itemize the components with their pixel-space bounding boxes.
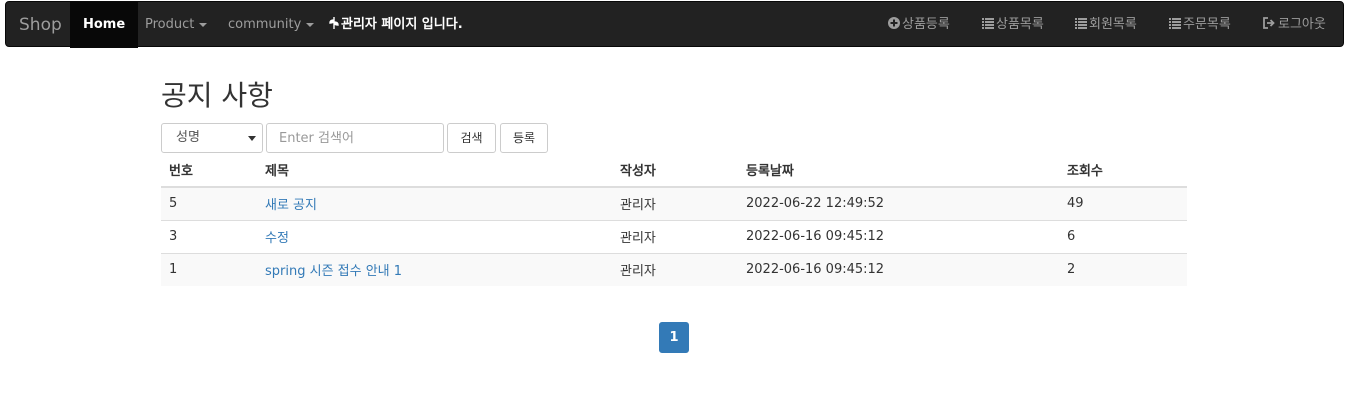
cell-date: 2022-06-16 09:45:12 xyxy=(738,219,1059,253)
top-navbar: Shop Home Product community 관리자 페이지 입니다.… xyxy=(5,1,1344,48)
nav-order-list[interactable]: 주문목록 xyxy=(1169,2,1231,48)
header-writer: 작성자 xyxy=(612,152,738,188)
nav-logout-label: 로그아웃 xyxy=(1278,17,1326,32)
nav-community-dropdown[interactable]: community xyxy=(228,2,315,48)
nav-home[interactable]: Home xyxy=(70,2,139,48)
cell-date: 2022-06-16 09:45:12 xyxy=(738,252,1059,286)
search-type-select[interactable]: 성명 xyxy=(161,123,263,153)
cell-no: 1 xyxy=(161,252,257,286)
cell-writer: 관리자 xyxy=(612,186,738,220)
notice-title-link[interactable]: spring 시즌 접수 안내 1 xyxy=(265,264,402,279)
table-row: 1 spring 시즌 접수 안내 1 관리자 2022-06-16 09:45… xyxy=(161,252,1187,286)
notice-title-link[interactable]: 수정 xyxy=(265,231,289,246)
chevron-down-icon xyxy=(248,136,256,141)
cell-title: 수정 xyxy=(257,219,612,253)
cell-views: 2 xyxy=(1059,252,1187,286)
list-icon xyxy=(982,3,994,49)
leaf-icon xyxy=(329,3,339,49)
nav-product-dropdown[interactable]: Product xyxy=(145,2,208,48)
nav-member-list-label: 회원목록 xyxy=(1089,17,1137,32)
chevron-down-icon xyxy=(306,22,315,27)
plus-circle-icon xyxy=(888,3,900,49)
nav-product-register[interactable]: 상품등록 xyxy=(888,2,950,48)
cell-views: 6 xyxy=(1059,219,1187,253)
register-button[interactable]: 등록 xyxy=(500,123,548,153)
cell-views: 49 xyxy=(1059,186,1187,220)
admin-page-notice-text: 관리자 페이지 입니다. xyxy=(341,17,463,32)
admin-page-notice: 관리자 페이지 입니다. xyxy=(329,2,463,48)
nav-community-label: community xyxy=(228,17,302,32)
page-title: 공지 사항 xyxy=(161,79,273,112)
notice-table: 번호 제목 작성자 등록날짜 조회수 5 새로 공지 관리자 2022-06-2… xyxy=(161,152,1187,286)
brand-link[interactable]: Shop xyxy=(19,2,62,48)
notice-title-link[interactable]: 새로 공지 xyxy=(265,198,317,213)
nav-product-list-label: 상품목록 xyxy=(996,17,1044,32)
logout-icon xyxy=(1263,3,1276,49)
nav-product-label: Product xyxy=(145,17,195,32)
page-1-button[interactable]: 1 xyxy=(659,322,689,353)
header-date: 등록날짜 xyxy=(738,152,1059,188)
cell-writer: 관리자 xyxy=(612,219,738,253)
cell-title: 새로 공지 xyxy=(257,186,612,220)
header-title: 제목 xyxy=(257,152,612,188)
cell-no: 5 xyxy=(161,186,257,220)
nav-order-list-label: 주문목록 xyxy=(1183,17,1231,32)
nav-product-register-label: 상품등록 xyxy=(902,17,950,32)
search-type-value: 성명 xyxy=(176,130,200,145)
list-icon xyxy=(1075,3,1087,49)
nav-member-list[interactable]: 회원목록 xyxy=(1075,2,1137,48)
table-header-row: 번호 제목 작성자 등록날짜 조회수 xyxy=(161,152,1187,188)
nav-product-list[interactable]: 상품목록 xyxy=(982,2,1044,48)
header-views: 조회수 xyxy=(1059,152,1187,188)
cell-date: 2022-06-22 12:49:52 xyxy=(738,186,1059,220)
nav-logout[interactable]: 로그아웃 xyxy=(1263,2,1326,48)
table-row: 5 새로 공지 관리자 2022-06-22 12:49:52 49 xyxy=(161,186,1187,220)
search-input[interactable] xyxy=(266,123,444,153)
cell-no: 3 xyxy=(161,219,257,253)
search-button[interactable]: 검색 xyxy=(447,123,496,153)
chevron-down-icon xyxy=(199,22,208,27)
list-icon xyxy=(1169,3,1181,49)
pagination: 1 xyxy=(659,322,689,353)
cell-title: spring 시즌 접수 안내 1 xyxy=(257,252,612,286)
header-no: 번호 xyxy=(161,152,257,188)
cell-writer: 관리자 xyxy=(612,252,738,286)
table-row: 3 수정 관리자 2022-06-16 09:45:12 6 xyxy=(161,219,1187,253)
